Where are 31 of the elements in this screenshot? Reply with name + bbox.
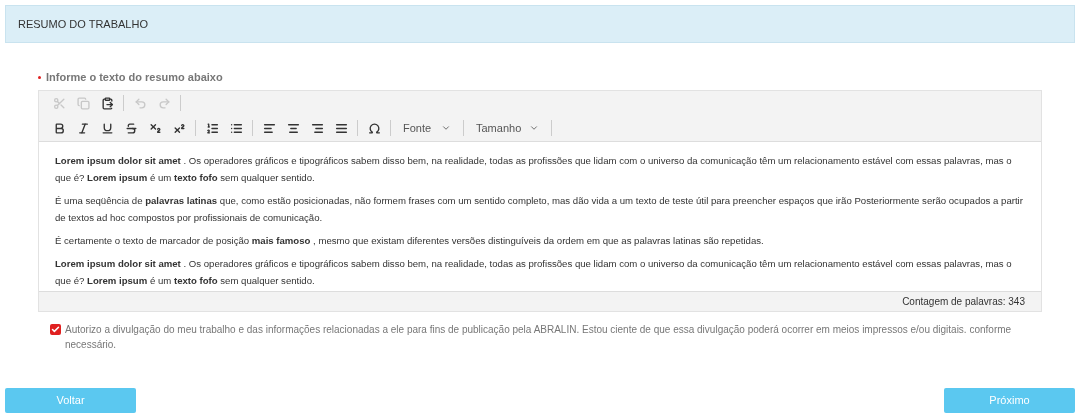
- underline-icon: [100, 121, 114, 135]
- consent-checkbox[interactable]: [50, 323, 61, 335]
- align-left-icon: [262, 121, 276, 135]
- paragraph: É certamente o texto de marcador de posição mais famoso , mesmo que existam diferentes versões distinguíveis da ordem em que as palavras latinas são repetidas.: [55, 233, 765, 248]
- consent-text: Autorizo a divulgação do meu trabalho e das informações relacionadas a ele para fins de publicação pela ABRALIN. Estou ciente de que essa divulgação poderá ocorrer em meios impressos e/ou digitais. conforme necessário.: [65, 322, 1013, 352]
- subscript-icon: [148, 121, 162, 135]
- copy-icon: [76, 96, 90, 110]
- toolbar-dropdown[interactable]: Tamanho: [468, 116, 548, 140]
- justify-icon: [334, 121, 348, 135]
- check-icon: [51, 324, 60, 334]
- align-right-icon: [310, 121, 324, 135]
- numbered-list-icon: [205, 121, 219, 135]
- paragraph: É uma seqüência de palavras latinas que, como estão posicionadas, não formem frases com um sentido completo, mas dão vida a um texto de teste útil para preencher espaços que irão Posteriormente serão ocupados a partir de textos ad hoc compostos por profissionais de comunicação.: [55, 193, 1024, 225]
- bullet-list-icon: [229, 121, 243, 135]
- word-count: Contagem de palavras: 343: [902, 294, 1025, 309]
- clipboard-icon: [100, 96, 114, 110]
- undo-icon: [133, 96, 147, 110]
- scissors-icon: [52, 96, 66, 110]
- caret-icon: [441, 123, 451, 133]
- toolbar-dropdown[interactable]: Fonte: [395, 116, 459, 140]
- paragraph: Lorem ipsum dolor sit amet . Os operadores gráficos e tipográficos sabem disso bem, na realidade, todas as profissões que lidam com o universo da comunicação têm um relacionamento estável com essas palavras, mas o que é? Lorem ipsum é um texto fofo sem qualquer sentido.: [55, 153, 1013, 185]
- strikethrough-icon: [124, 121, 138, 135]
- caret-icon: [529, 123, 540, 133]
- paragraph: Lorem ipsum dolor sit amet . Os operadores gráficos e tipográficos sabem disso bem, na realidade, todas as profissões que lidam com o universo da comunicação têm um relacionamento estável com essas palavras, mas o que é? Lorem ipsum é um texto fofo sem qualquer sentido.: [55, 256, 1013, 288]
- superscript-icon: [172, 121, 186, 135]
- section-header: RESUMO DO TRABALHO: [5, 5, 1075, 43]
- redo-icon: [157, 96, 171, 110]
- italic-icon: [76, 121, 90, 135]
- align-center-icon: [286, 121, 300, 135]
- field-label: Informe o texto do resumo abaixo: [46, 70, 223, 85]
- omega-icon: [367, 121, 381, 135]
